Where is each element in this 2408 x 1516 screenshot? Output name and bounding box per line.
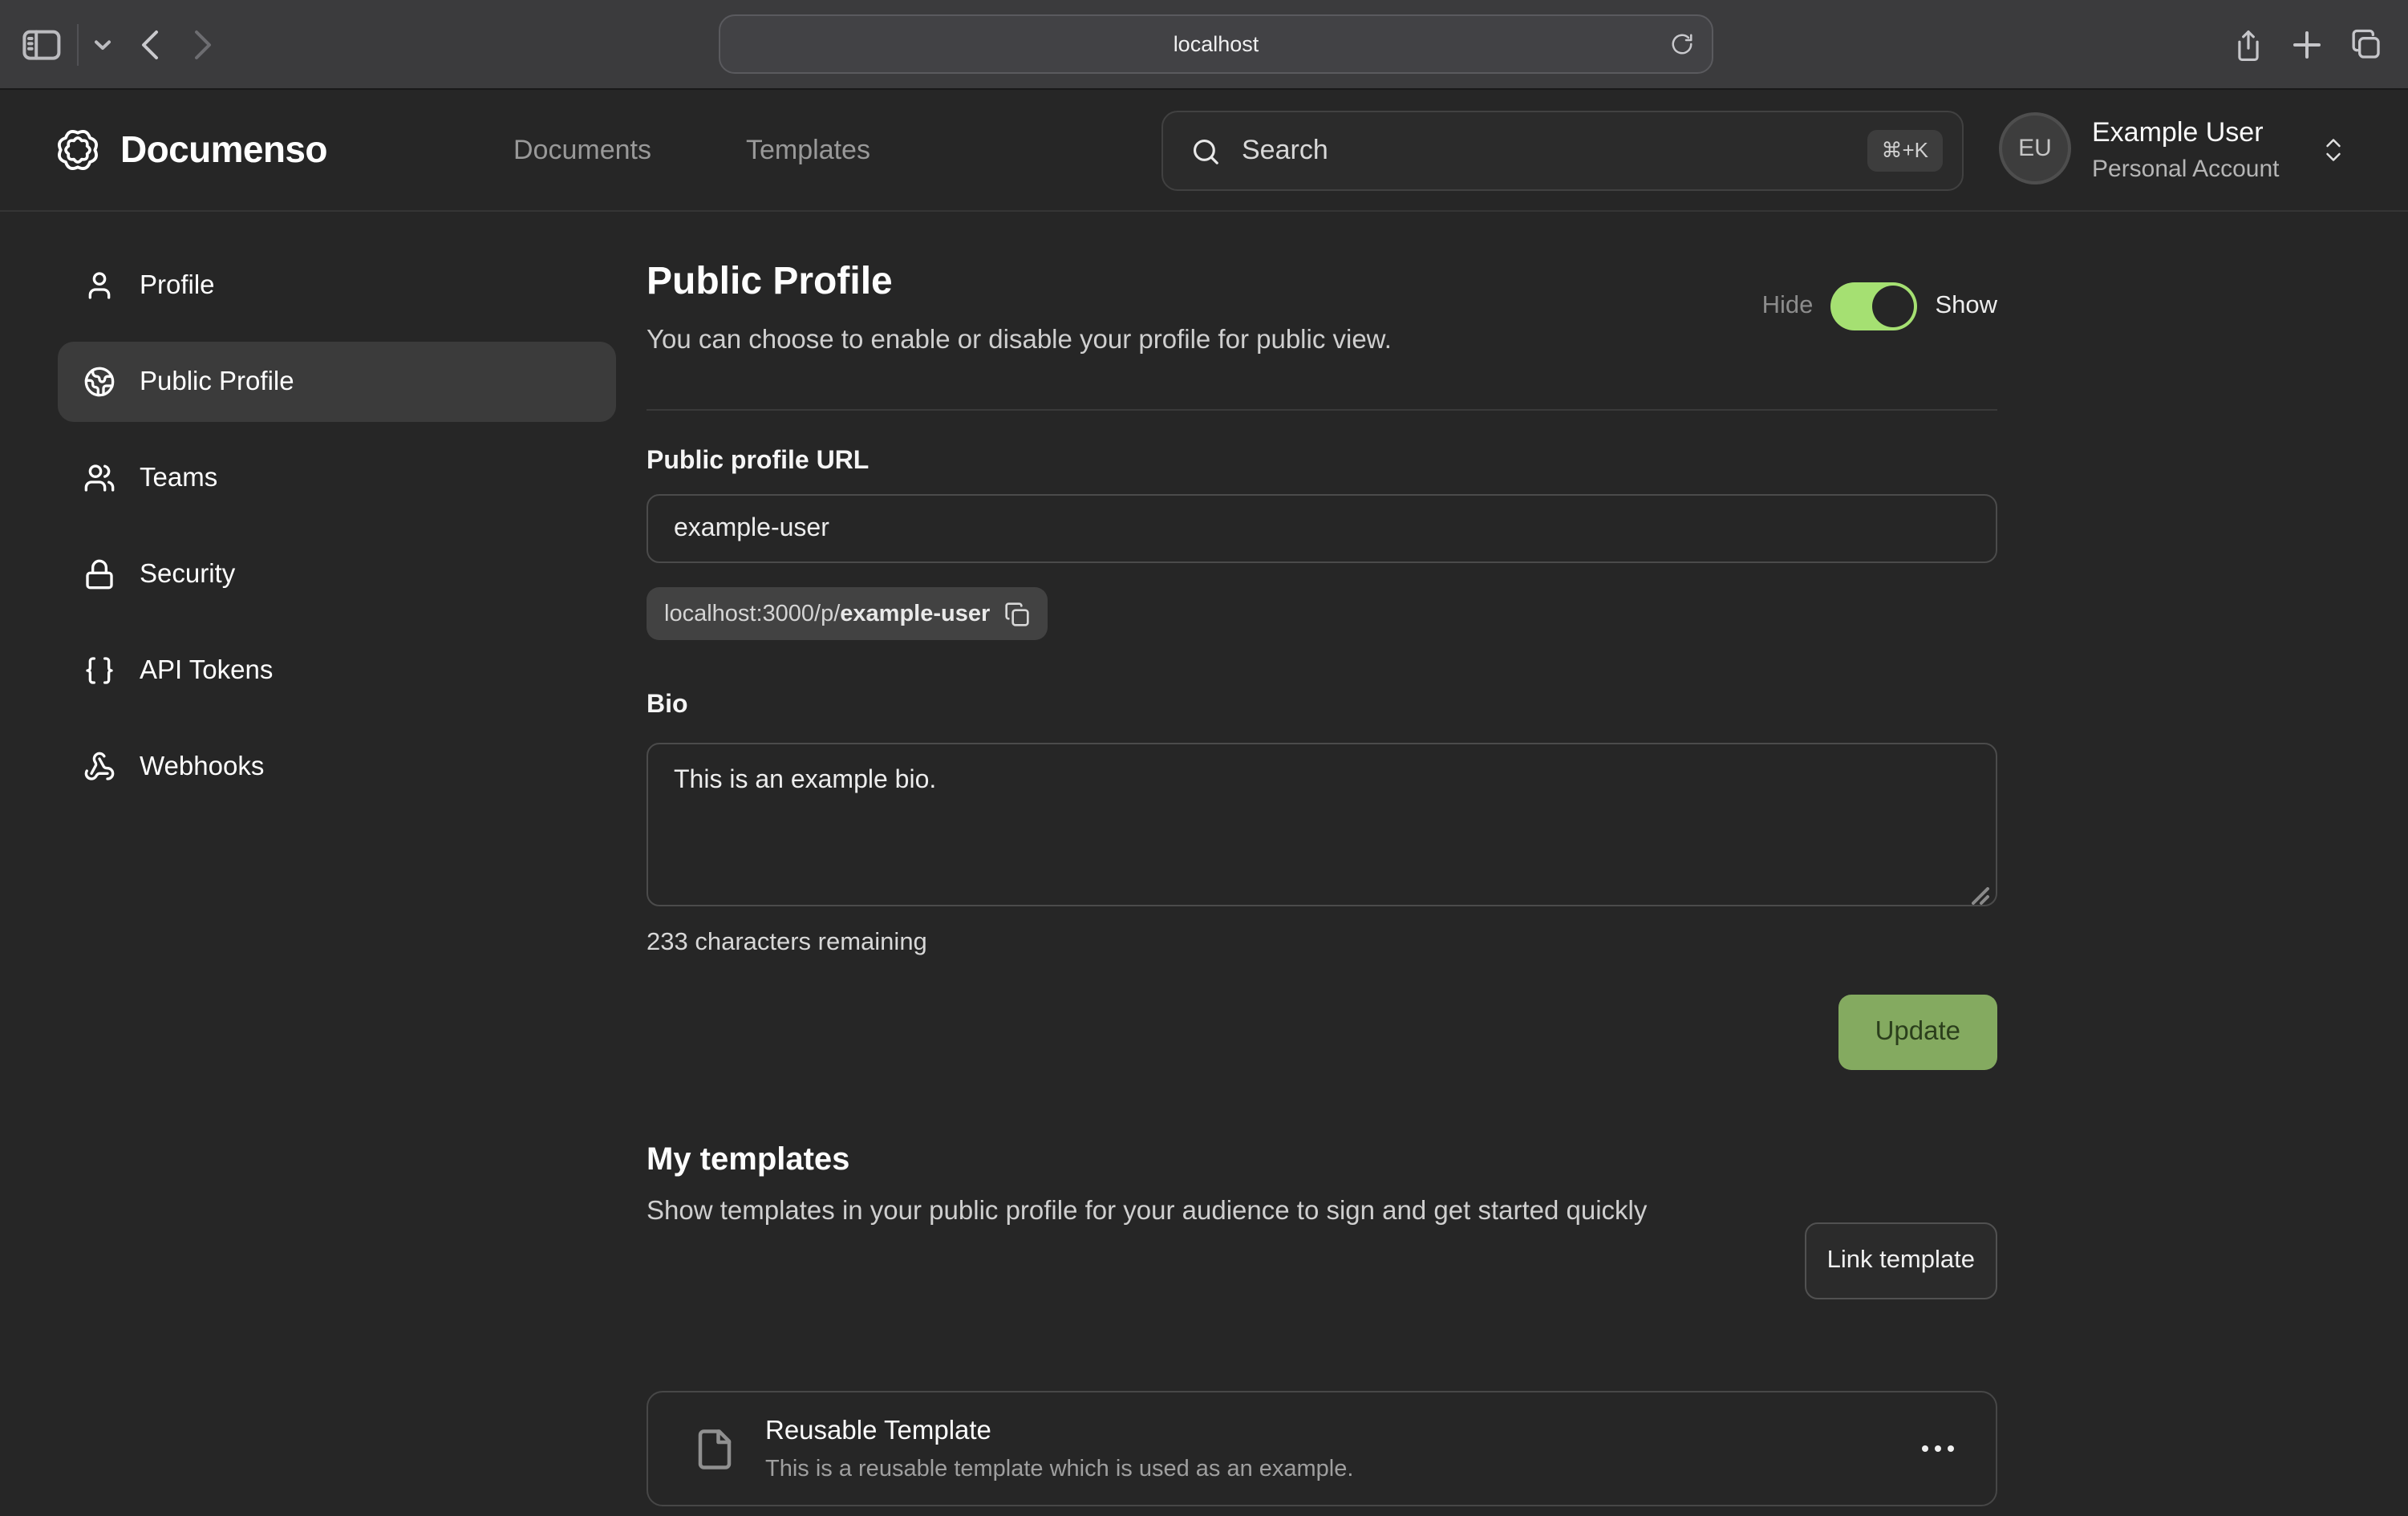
page-title: Public Profile xyxy=(647,260,893,305)
public-profile-url-label: Public profile URL xyxy=(647,448,869,476)
sidebar-toggle-icon[interactable] xyxy=(22,29,61,61)
user-account-type: Personal Account xyxy=(2092,156,2280,183)
settings-sidebar: Profile Public Profile Teams xyxy=(58,245,616,823)
sidebar-item-label: Webhooks xyxy=(140,752,264,782)
nav-documents[interactable]: Documents xyxy=(513,135,651,167)
toggle-hide-label: Hide xyxy=(1762,292,1814,321)
nav-templates[interactable]: Templates xyxy=(746,135,870,167)
forward-icon[interactable] xyxy=(194,29,213,61)
bio-label: Bio xyxy=(647,691,688,720)
sidebar-item-label: Security xyxy=(140,559,235,590)
address-bar-url: localhost xyxy=(720,16,1712,72)
profile-url-prefix: localhost:3000/p/ xyxy=(664,601,840,626)
sidebar-item-security[interactable]: Security xyxy=(58,534,616,614)
chars-remaining: 233 characters remaining xyxy=(647,929,927,958)
address-bar[interactable]: localhost xyxy=(719,14,1713,74)
profile-url-slug: example-user xyxy=(840,601,990,626)
file-icon xyxy=(693,1427,736,1470)
brand-name: Documenso xyxy=(120,128,327,172)
visibility-toggle-group: Hide Show xyxy=(1762,282,1997,330)
template-card-texts: Reusable Template This is a reusable tem… xyxy=(765,1416,1918,1482)
search-placeholder: Search xyxy=(1242,135,1867,167)
chevron-down-icon[interactable] xyxy=(93,39,112,51)
switch-knob xyxy=(1872,286,1914,327)
braces-icon xyxy=(83,655,116,687)
template-more-menu-icon[interactable] xyxy=(1918,1436,1957,1462)
sidebar-item-label: Teams xyxy=(140,463,217,493)
toggle-show-label: Show xyxy=(1935,292,1997,321)
reload-icon[interactable] xyxy=(1670,32,1694,56)
template-description: This is a reusable template which is use… xyxy=(765,1456,1918,1482)
share-icon[interactable] xyxy=(2233,28,2264,62)
user-name: Example User xyxy=(2092,117,2264,149)
app-header: Documenso Documents Templates Search ⌘+K… xyxy=(0,90,2408,212)
sidebar-item-public-profile[interactable]: Public Profile xyxy=(58,342,616,422)
browser-toolbar: localhost xyxy=(0,0,2408,90)
template-title: Reusable Template xyxy=(765,1416,1918,1446)
sidebar-item-label: Public Profile xyxy=(140,367,294,397)
toolbar-divider xyxy=(77,24,79,66)
profile-visibility-switch[interactable] xyxy=(1830,282,1917,330)
sidebar-item-api-tokens[interactable]: API Tokens xyxy=(58,630,616,711)
section-divider xyxy=(647,409,1997,411)
public-profile-url-input[interactable] xyxy=(647,494,1997,563)
search-icon xyxy=(1190,136,1221,166)
users-icon xyxy=(83,462,116,494)
my-templates-description: Show templates in your public profile fo… xyxy=(647,1190,1753,1234)
sidebar-item-webhooks[interactable]: Webhooks xyxy=(58,727,616,807)
chevrons-up-down-icon[interactable] xyxy=(2321,135,2345,165)
sidebar-item-profile[interactable]: Profile xyxy=(58,245,616,326)
copy-icon[interactable] xyxy=(1004,601,1030,626)
link-template-button[interactable]: Link template xyxy=(1805,1222,1997,1299)
tab-overview-icon[interactable] xyxy=(2350,29,2382,61)
search-input[interactable]: Search ⌘+K xyxy=(1161,111,1964,191)
sidebar-item-teams[interactable]: Teams xyxy=(58,438,616,518)
screen: localhost xyxy=(0,0,2408,1516)
bio-textarea[interactable]: This is an example bio. xyxy=(647,743,1997,906)
page-description: You can choose to enable or disable your… xyxy=(647,326,1392,356)
avatar[interactable]: EU xyxy=(1999,112,2071,184)
sidebar-item-label: Profile xyxy=(140,270,215,301)
new-tab-icon[interactable] xyxy=(2292,30,2321,59)
my-templates-title: My templates xyxy=(647,1142,849,1179)
template-card: Reusable Template This is a reusable tem… xyxy=(647,1391,1997,1506)
webhook-icon xyxy=(83,751,116,783)
user-icon xyxy=(83,270,116,302)
search-shortcut-badge: ⌘+K xyxy=(1867,130,1943,172)
profile-url-copy-chip[interactable]: localhost:3000/p/example-user xyxy=(647,587,1048,640)
documenso-logo-icon xyxy=(53,125,103,175)
globe-icon xyxy=(83,366,116,398)
avatar-initials: EU xyxy=(2018,135,2052,162)
back-icon[interactable] xyxy=(140,29,159,61)
sidebar-item-label: API Tokens xyxy=(140,655,273,686)
lock-icon xyxy=(83,558,116,590)
brand[interactable]: Documenso xyxy=(53,125,327,175)
update-button[interactable]: Update xyxy=(1838,995,1997,1070)
textarea-resize-handle[interactable] xyxy=(1972,887,1989,905)
